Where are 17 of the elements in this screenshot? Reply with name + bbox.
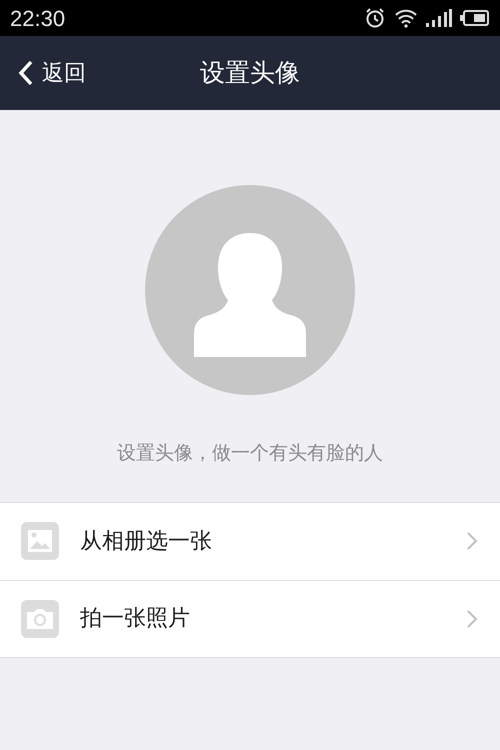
alarm-icon bbox=[364, 7, 386, 29]
caption-text: 设置头像，做一个有头有脸的人 bbox=[117, 441, 383, 466]
menu-item-label: 拍一张照片 bbox=[80, 605, 191, 633]
chevron-icon bbox=[466, 608, 478, 628]
menu-item-label: 从相册选一张 bbox=[80, 528, 213, 556]
page-title: 设置头像 bbox=[200, 57, 300, 90]
chevron-icon bbox=[466, 531, 478, 551]
wifi-icon bbox=[394, 8, 418, 28]
back-button[interactable]: 返回 bbox=[0, 56, 86, 90]
clock-time: 22:30 bbox=[10, 4, 66, 32]
menu-item[interactable]: 从相册选一张 bbox=[0, 502, 500, 580]
menu-item[interactable]: 拍一张照片 bbox=[0, 580, 500, 656]
battery-icon bbox=[460, 9, 490, 27]
signal-icon bbox=[426, 9, 452, 27]
back-icon bbox=[18, 60, 34, 86]
image-icon bbox=[21, 522, 59, 560]
camera-icon bbox=[21, 600, 59, 638]
